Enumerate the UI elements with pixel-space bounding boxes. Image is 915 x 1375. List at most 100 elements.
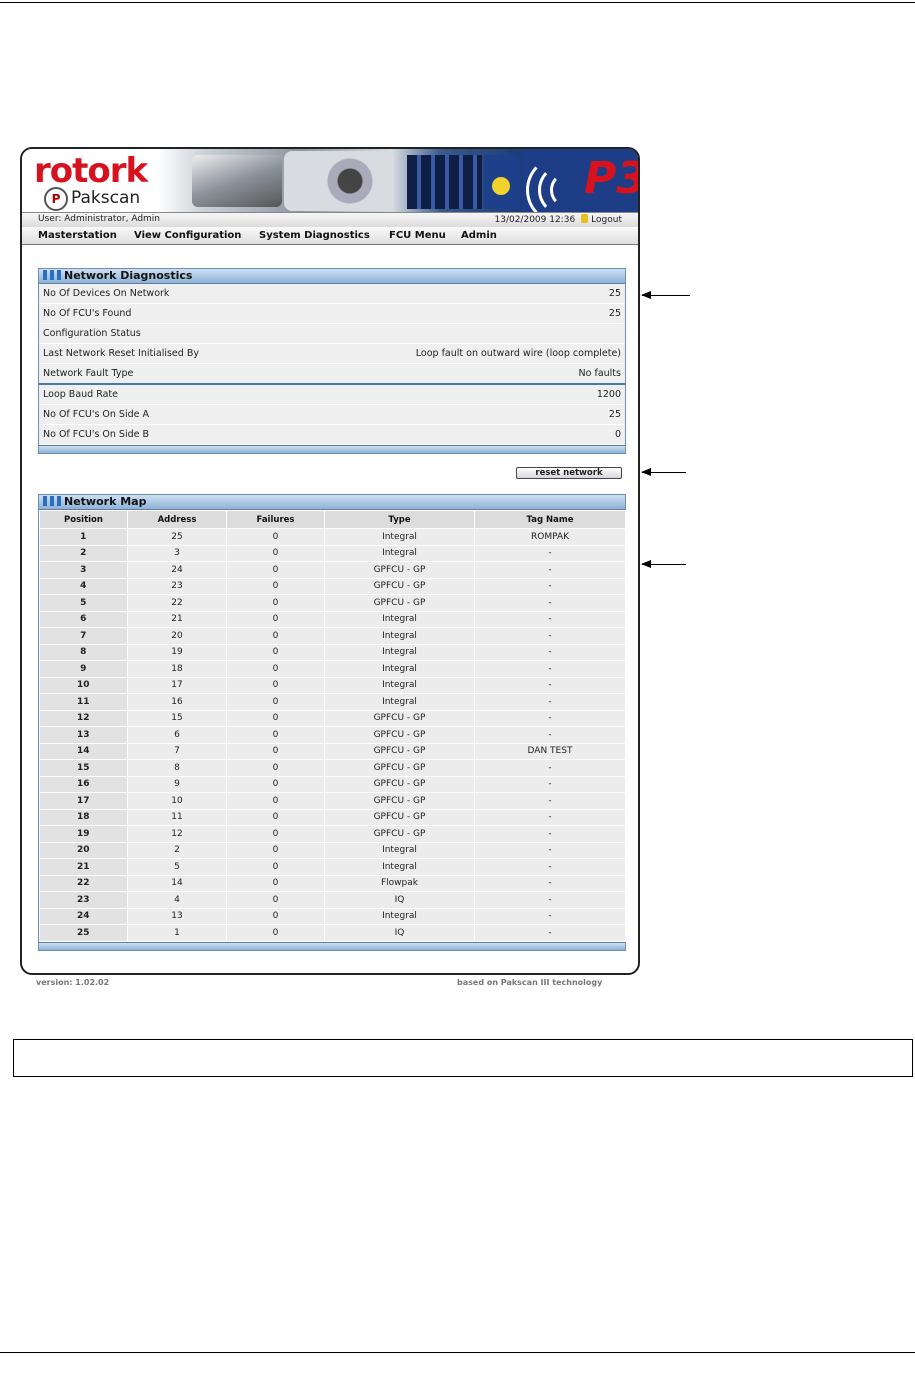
position-cell: 14	[39, 743, 128, 760]
table-row: 14 7 0 GPFCU - GP DAN TEST	[39, 743, 626, 760]
table-row: 10 17 0 Integral -	[39, 677, 626, 694]
failures-cell: 0	[226, 561, 325, 579]
failures-cell: 0	[226, 809, 325, 826]
column-header[interactable]: Position	[39, 510, 128, 529]
callout-arrow	[641, 291, 690, 299]
bar-chart-icon	[43, 270, 61, 280]
position-cell: 9	[39, 660, 128, 678]
failures-cell: 0	[226, 677, 325, 694]
type-cell: GPFCU - GP	[324, 776, 475, 793]
tag-name-cell: -	[474, 825, 626, 843]
table-row: 3 24 0 GPFCU - GP -	[39, 561, 626, 579]
position-cell: 16	[39, 776, 128, 793]
tag-name-cell: -	[474, 578, 626, 595]
tag-name-cell: -	[474, 545, 626, 562]
position-cell: 25	[39, 924, 128, 942]
table-row: 19 12 0 GPFCU - GP -	[39, 825, 626, 843]
address-cell: 19	[127, 644, 227, 661]
table-row: 25 1 0 IQ -	[39, 924, 626, 942]
address-cell: 22	[127, 594, 227, 612]
type-cell: Integral	[324, 545, 475, 562]
position-cell: 17	[39, 792, 128, 810]
table-row: 9 18 0 Integral -	[39, 660, 626, 678]
panel-footer	[39, 445, 625, 453]
diag-row: No Of FCU's Found 25	[39, 304, 625, 324]
tag-name-cell: -	[474, 776, 626, 793]
address-cell: 10	[127, 792, 227, 810]
column-header[interactable]: Type	[324, 510, 475, 529]
browser-screenshot-frame: rotork PPakscan P3 User: Administrator, …	[20, 147, 640, 975]
user-bar-right: 13/02/2009 12:36 Logout	[495, 214, 622, 225]
address-cell: 15	[127, 710, 227, 727]
menu-item-system-diagnostics[interactable]: System Diagnostics	[259, 230, 370, 241]
failures-cell: 0	[226, 611, 325, 628]
failures-cell: 0	[226, 545, 325, 562]
address-cell: 12	[127, 825, 227, 843]
table-row: 5 22 0 GPFCU - GP -	[39, 594, 626, 612]
menu-item-admin[interactable]: Admin	[461, 230, 497, 241]
tag-name-cell: -	[474, 908, 626, 925]
type-cell: Integral	[324, 528, 475, 546]
position-cell: 13	[39, 726, 128, 744]
menu-item-fcu-menu[interactable]: FCU Menu	[389, 230, 446, 241]
logout-link[interactable]: Logout	[591, 215, 622, 225]
user-label: User: Administrator, Admin	[38, 214, 161, 224]
address-cell: 16	[127, 693, 227, 711]
bar-chart-icon	[43, 496, 61, 506]
failures-cell: 0	[226, 594, 325, 612]
type-cell: IQ	[324, 891, 475, 909]
position-cell: 8	[39, 644, 128, 661]
masterstation-units-photo	[407, 155, 482, 209]
table-row: 6 21 0 Integral -	[39, 611, 626, 628]
tag-name-cell: -	[474, 677, 626, 694]
p3-mark: P3	[584, 153, 638, 204]
type-cell: Integral	[324, 611, 475, 628]
network-map-table: Position Address Failures Type Tag Name …	[39, 510, 626, 942]
position-cell: 10	[39, 677, 128, 694]
table-row: 2 3 0 Integral -	[39, 545, 626, 562]
column-header[interactable]: Address	[127, 510, 227, 529]
panel-title: Network Diagnostics	[64, 269, 193, 282]
tag-name-cell: -	[474, 644, 626, 661]
table-row: 24 13 0 Integral -	[39, 908, 626, 925]
type-cell: Integral	[324, 677, 475, 694]
failures-cell: 0	[226, 842, 325, 859]
diag-row: Configuration Status	[39, 324, 625, 344]
panel-header: Network Diagnostics	[39, 269, 625, 284]
type-cell: Integral	[324, 842, 475, 859]
address-cell: 14	[127, 875, 227, 892]
table-row: 16 9 0 GPFCU - GP -	[39, 776, 626, 793]
table-row: 22 14 0 Flowpak -	[39, 875, 626, 892]
panel-title: Network Map	[64, 495, 147, 508]
type-cell: GPFCU - GP	[324, 726, 475, 744]
diag-row: No Of FCU's On Side A 25	[39, 405, 625, 425]
address-cell: 13	[127, 908, 227, 925]
tag-name-cell: -	[474, 858, 626, 876]
reset-network-button[interactable]: reset network	[516, 467, 622, 479]
failures-cell: 0	[226, 660, 325, 678]
failures-cell: 0	[226, 759, 325, 777]
table-row: 15 8 0 GPFCU - GP -	[39, 759, 626, 777]
callout-arrow	[641, 560, 686, 568]
column-header[interactable]: Failures	[226, 510, 325, 529]
address-cell: 23	[127, 578, 227, 595]
menu-item-masterstation[interactable]: Masterstation	[38, 230, 117, 241]
table-row: 1 25 0 Integral ROMPAK	[39, 528, 626, 546]
header-banner: rotork PPakscan P3	[22, 149, 638, 223]
type-cell: GPFCU - GP	[324, 759, 475, 777]
diag-row: No Of FCU's On Side B0	[39, 425, 625, 445]
table-row: 8 19 0 Integral -	[39, 644, 626, 661]
type-cell: Flowpak	[324, 875, 475, 892]
type-cell: IQ	[324, 924, 475, 942]
position-cell: 5	[39, 594, 128, 612]
type-cell: GPFCU - GP	[324, 594, 475, 612]
position-cell: 7	[39, 627, 128, 645]
rotork-logo: rotork	[34, 151, 148, 191]
version-label: version: 1.02.02	[36, 978, 110, 987]
column-header[interactable]: Tag Name	[474, 510, 626, 529]
address-cell: 11	[127, 809, 227, 826]
failures-cell: 0	[226, 710, 325, 727]
type-cell: GPFCU - GP	[324, 578, 475, 595]
tag-name-cell: -	[474, 891, 626, 909]
menu-item-view-configuration[interactable]: View Configuration	[134, 230, 241, 241]
